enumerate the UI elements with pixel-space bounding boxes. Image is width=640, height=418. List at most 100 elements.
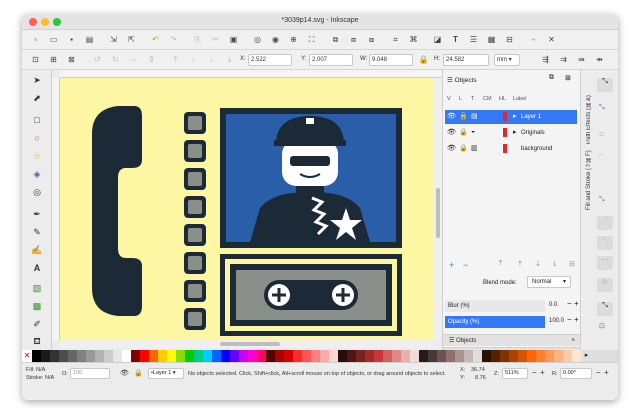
- horizontal-scroll-thumb[interactable]: [220, 342, 280, 346]
- swatch[interactable]: [140, 350, 149, 362]
- swatch[interactable]: [185, 350, 194, 362]
- node-tool-icon[interactable]: ⬈: [31, 92, 43, 104]
- h-field[interactable]: 24.582: [443, 54, 489, 66]
- snap-corners-icon[interactable]: ⌐: [599, 152, 603, 159]
- pencil-tool-icon[interactable]: ✎: [31, 226, 43, 238]
- swatch[interactable]: [428, 350, 437, 362]
- swatch[interactable]: [509, 350, 518, 362]
- ellipse-tool-icon[interactable]: ○: [31, 132, 43, 144]
- panel-float-icon[interactable]: ⧉: [549, 74, 554, 82]
- path-effects-tab[interactable]: Path Effects (⌘&): [585, 80, 592, 144]
- paste-icon[interactable]: ▣: [228, 34, 239, 45]
- eye-icon[interactable]: 👁: [447, 144, 456, 152]
- swatch[interactable]: [239, 350, 248, 362]
- vertical-scroll-thumb[interactable]: [436, 188, 440, 238]
- swatch[interactable]: [563, 350, 572, 362]
- zoom-drawing-icon[interactable]: ◉: [270, 34, 281, 45]
- zoom-page-icon[interactable]: ⊕: [288, 34, 299, 45]
- rotation-field[interactable]: 0.00°: [560, 368, 592, 379]
- eye-icon[interactable]: 👁: [447, 112, 456, 120]
- move-down-icon[interactable]: ⇣: [535, 260, 541, 268]
- blur-value[interactable]: 0.0: [549, 302, 557, 308]
- snap-edges-icon[interactable]: ⊏: [599, 130, 605, 138]
- opacity-decrement-icon[interactable]: −: [567, 315, 572, 324]
- swatch[interactable]: [572, 350, 581, 362]
- palette-menu-icon[interactable]: ▸: [581, 350, 592, 362]
- dropper-tool-icon[interactable]: ✐: [31, 318, 43, 330]
- star-tool-icon[interactable]: ☆: [31, 150, 43, 162]
- add-layer-icon[interactable]: +: [449, 260, 454, 270]
- zoom-out-icon[interactable]: −: [532, 368, 537, 377]
- swatch[interactable]: [536, 350, 545, 362]
- swatch[interactable]: [131, 350, 140, 362]
- scale-corners-icon[interactable]: ⇉: [558, 54, 569, 65]
- print-icon[interactable]: ▤: [84, 34, 95, 45]
- snap-bbox-icon[interactable]: ⤡: [599, 104, 605, 112]
- swatch[interactable]: [401, 350, 410, 362]
- lock-ratio-icon[interactable]: 🔒: [418, 54, 429, 65]
- flip-horizontal-icon[interactable]: ⇔: [128, 54, 139, 65]
- vertical-scrollbar[interactable]: [434, 78, 442, 340]
- highlight-swatch[interactable]: [503, 128, 507, 137]
- swatch[interactable]: [194, 350, 203, 362]
- swatch[interactable]: [446, 350, 455, 362]
- snap-midpoints-icon[interactable]: ⋯: [597, 256, 613, 270]
- swatch[interactable]: [527, 350, 536, 362]
- layer-lock-icon[interactable]: 🔒: [134, 369, 143, 377]
- rectangle-tool-icon[interactable]: □: [31, 114, 43, 126]
- clone-icon[interactable]: ⧈: [348, 34, 359, 45]
- text-font-icon[interactable]: T: [450, 34, 461, 45]
- opacity-slider[interactable]: Opacity (%): [445, 316, 545, 328]
- selector-tool-icon[interactable]: ➤: [31, 74, 43, 86]
- cut-icon[interactable]: ✂: [210, 34, 221, 45]
- fill-stroke-tab[interactable]: Fill and Stroke (⇧⌘F): [585, 150, 592, 210]
- lower-to-bottom-icon[interactable]: ⤓: [224, 54, 235, 65]
- rotate-decrement-icon[interactable]: −: [596, 368, 601, 377]
- swatch[interactable]: [221, 350, 230, 362]
- highlight-swatch[interactable]: [503, 144, 507, 153]
- raise-icon[interactable]: ↑: [188, 54, 199, 65]
- swatch[interactable]: [86, 350, 95, 362]
- document-properties-icon[interactable]: ✕: [546, 34, 557, 45]
- rotate-increment-icon[interactable]: +: [604, 368, 609, 377]
- swatch[interactable]: [302, 350, 311, 362]
- swatch[interactable]: [455, 350, 464, 362]
- w-field[interactable]: 9.048: [369, 54, 413, 66]
- swatch[interactable]: [176, 350, 185, 362]
- swatch[interactable]: [347, 350, 356, 362]
- object-row-layer-1[interactable]: 👁 🔒 ▤ ▸ Layer 1: [445, 110, 577, 124]
- rotate-cw-icon[interactable]: ↻: [110, 54, 121, 65]
- mesh-tool-icon[interactable]: ▩: [31, 300, 43, 312]
- ungroup-icon[interactable]: ⌘: [408, 34, 419, 45]
- swatch[interactable]: [365, 350, 374, 362]
- swatch[interactable]: [374, 350, 383, 362]
- swatch[interactable]: [311, 350, 320, 362]
- scale-stroke-icon[interactable]: ⇶: [540, 54, 551, 65]
- redo-icon[interactable]: ↷: [168, 34, 179, 45]
- swatch[interactable]: [518, 350, 527, 362]
- select-all-layers-icon[interactable]: ⊞: [48, 54, 59, 65]
- swatch[interactable]: [203, 350, 212, 362]
- zoom-in-icon[interactable]: +: [540, 368, 545, 377]
- new-document-icon[interactable]: ▫: [30, 34, 41, 45]
- swatch[interactable]: [158, 350, 167, 362]
- import-icon[interactable]: ⇲: [108, 34, 119, 45]
- snap-grid-icon[interactable]: ⊡: [599, 322, 605, 330]
- swatch[interactable]: [329, 350, 338, 362]
- swatch[interactable]: [41, 350, 50, 362]
- opacity-increment-icon[interactable]: +: [574, 315, 579, 324]
- opacity-value[interactable]: 100.0: [549, 318, 564, 324]
- swatch[interactable]: [482, 350, 491, 362]
- snap-nodes-icon[interactable]: ⤡: [599, 196, 605, 204]
- swatch[interactable]: [77, 350, 86, 362]
- raise-object-icon[interactable]: ⤒: [499, 260, 502, 268]
- color-palette[interactable]: ✕ ▸: [22, 350, 618, 362]
- current-layer-select[interactable]: •Layer 1 ▾: [148, 368, 184, 379]
- snap-toggle-icon[interactable]: ⤡: [597, 78, 613, 92]
- move-gradients-icon[interactable]: ⇛: [576, 54, 587, 65]
- swatch[interactable]: [356, 350, 365, 362]
- lock-icon[interactable]: 🔒: [459, 112, 468, 120]
- swatch[interactable]: [419, 350, 428, 362]
- horizontal-scrollbar[interactable]: [60, 340, 434, 348]
- snap-paths-icon[interactable]: ⋰: [597, 216, 613, 230]
